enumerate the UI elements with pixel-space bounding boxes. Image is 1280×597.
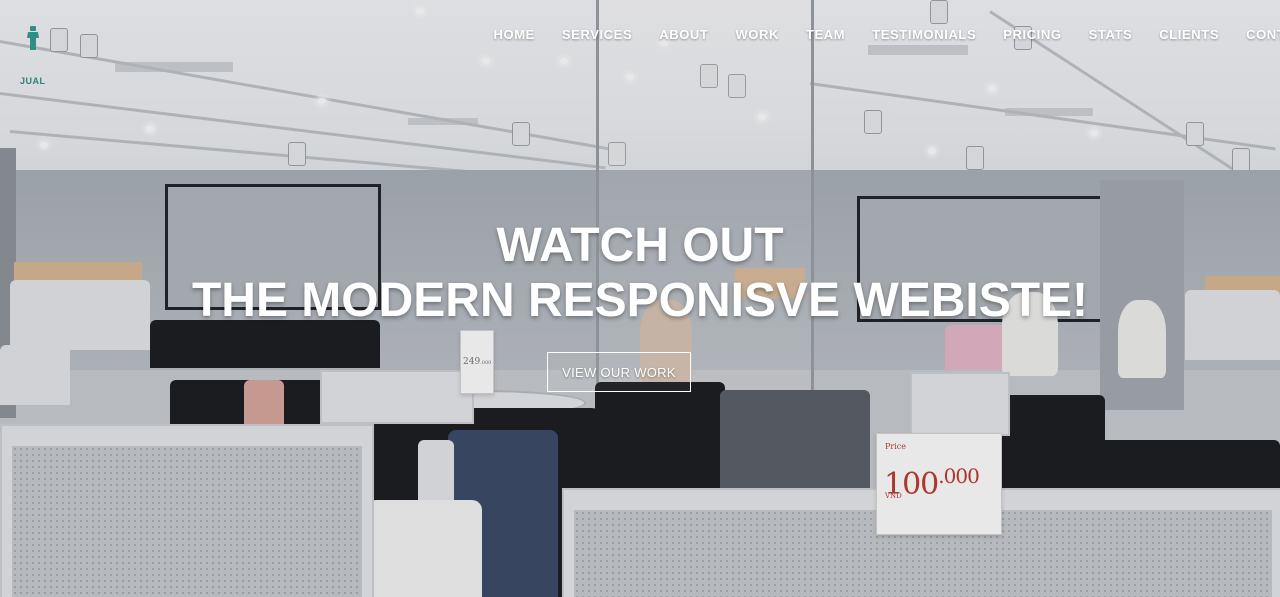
nav-link-pricing[interactable]: PRICING [990,26,1075,44]
brand-logo-text: JUAL [20,76,46,86]
hero-title-line-2: THE MODERN RESPONISVE WEBISTE! [191,274,1089,327]
main-navigation: HOME SERVICES ABOUT WORK TEAM TESTIMONIA… [480,26,1280,44]
nav-link-work[interactable]: WORK [722,26,793,44]
shirt-icon [27,26,39,50]
nav-link-about[interactable]: ABOUT [646,26,722,44]
nav-link-clients[interactable]: CLIENTS [1146,26,1233,44]
nav-link-testimonials[interactable]: TESTIMONIALS [859,26,990,44]
nav-link-stats[interactable]: STATS [1075,26,1146,44]
view-our-work-button[interactable]: VIEW OUR WORK [547,352,691,392]
hero-title-line-1: WATCH OUT [496,219,784,272]
nav-link-contact[interactable]: CONTACT [1233,26,1280,44]
hero-section: 249.000 Price 100.000 VND JUAL HOME SERV… [0,0,1280,597]
brand-logo[interactable]: JUAL [18,26,48,86]
nav-link-services[interactable]: SERVICES [548,26,645,44]
nav-link-home[interactable]: HOME [480,26,548,44]
nav-link-team[interactable]: TEAM [793,26,859,44]
